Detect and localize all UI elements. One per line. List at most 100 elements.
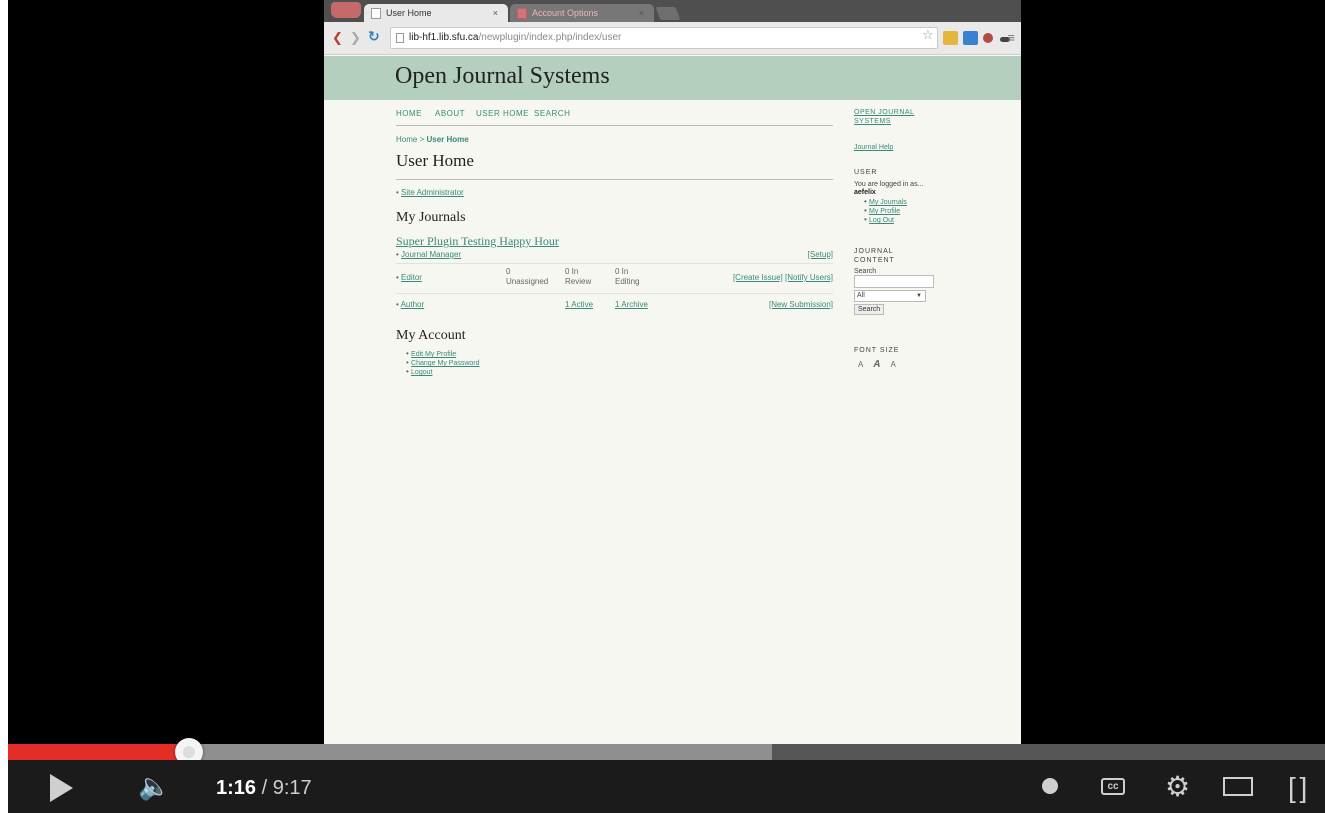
tab-account-options[interactable]: Account Options ×: [510, 4, 654, 22]
time-display: 1:16 / 9:17: [216, 777, 312, 799]
captions-icon[interactable]: cc: [1101, 778, 1125, 795]
notify-users-link[interactable]: [Notify Users]: [785, 273, 833, 282]
new-submission-link[interactable]: [New Submission]: [769, 300, 833, 309]
page-title: User Home: [396, 151, 833, 180]
my-journals-link[interactable]: My Journals: [869, 199, 907, 206]
logout-link[interactable]: Logout: [411, 369, 432, 376]
account-links: • Edit My Profile • Change My Password •…: [406, 350, 833, 377]
my-account-heading: My Account: [396, 328, 466, 343]
journal-help-link[interactable]: Journal Help: [854, 144, 954, 151]
list-item: • Change My Password: [406, 359, 833, 368]
my-journals-heading: My Journals: [396, 210, 466, 225]
close-icon[interactable]: ×: [639, 4, 644, 22]
journal-manager-link[interactable]: Journal Manager: [401, 250, 461, 259]
url-host: lib-hf1.lib.sfu.ca: [409, 32, 479, 43]
extension-icon[interactable]: [963, 31, 978, 45]
browser-tab-strip: User Home × Account Options ×: [324, 0, 1021, 22]
site-admin-link[interactable]: Site Administrator: [401, 188, 464, 197]
volume-icon[interactable]: 🔈: [138, 771, 170, 802]
search-scope-value: All: [857, 292, 865, 299]
menu-icon[interactable]: ≡: [1007, 30, 1015, 45]
extension-icon[interactable]: [943, 31, 958, 45]
font-larger-button[interactable]: A: [890, 360, 895, 369]
active-submissions-link[interactable]: 1 Active: [565, 300, 593, 309]
duration: 9:17: [272, 777, 312, 799]
font-default-button[interactable]: A: [873, 359, 880, 370]
change-password-link[interactable]: Change My Password: [411, 360, 479, 367]
nav-user-home[interactable]: USER HOME: [476, 109, 529, 118]
font-size-heading: FONT SIZE: [854, 347, 900, 354]
journal-title-link[interactable]: Super Plugin Testing Happy Hour: [396, 234, 833, 249]
current-time: 1:16: [216, 777, 257, 799]
gear-icon[interactable]: ⚙: [1165, 770, 1190, 803]
fullscreen-icon[interactable]: [ ]: [1288, 772, 1307, 804]
watch-later-icon[interactable]: [1042, 778, 1058, 794]
list-item: • Log Out: [864, 216, 954, 225]
author-link[interactable]: Author: [401, 300, 425, 309]
back-arrow-icon[interactable]: ❮: [332, 30, 343, 46]
in-editing-count: 0 In: [615, 267, 629, 276]
log-out-link[interactable]: Log Out: [869, 217, 894, 224]
editor-link[interactable]: Editor: [401, 273, 422, 282]
play-icon[interactable]: [50, 774, 73, 802]
role-row-author: • Author 1 Active 1 Archive [New Submiss…: [396, 294, 833, 314]
ojs-link[interactable]: OPEN JOURNAL SYSTEMS: [854, 108, 929, 126]
browser-toolbar: ❮ ❯ ↻ lib-hf1.lib.sfu.ca/newplugin/index…: [324, 22, 1021, 55]
archive-link[interactable]: 1 Archive: [615, 300, 648, 309]
breadcrumb-current[interactable]: User Home: [426, 135, 468, 144]
my-profile-link[interactable]: My Profile: [869, 208, 900, 215]
site-title: Open Journal Systems: [395, 63, 610, 89]
sidebar: OPEN JOURNAL SYSTEMS Journal Help USER Y…: [854, 108, 954, 370]
list-item: • Logout: [406, 368, 833, 377]
in-editing-label: Editing: [615, 277, 640, 286]
theater-mode-icon[interactable]: [1223, 777, 1253, 796]
main-content: HOME ABOUT USER HOME SEARCH Home > User …: [396, 100, 833, 377]
site-header: Open Journal Systems: [324, 56, 1021, 100]
role-row-editor: • Editor 0 Unassigned 0 In Review 0 In E…: [396, 264, 833, 294]
nav-about[interactable]: ABOUT: [435, 109, 465, 118]
address-bar[interactable]: lib-hf1.lib.sfu.ca/newplugin/index.php/i…: [390, 27, 938, 49]
page-icon: [517, 8, 527, 19]
search-scope-select[interactable]: All ▼: [854, 290, 926, 302]
user-links: • My Journals • My Profile • Log Out: [864, 198, 954, 225]
list-item: • Edit My Profile: [406, 350, 833, 359]
in-review-label: Review: [565, 277, 592, 286]
tab-user-home[interactable]: User Home ×: [364, 4, 508, 22]
logged-in-text: You are logged in as...: [854, 181, 924, 188]
unassigned-label: Unassigned: [506, 277, 549, 286]
close-icon[interactable]: ×: [493, 4, 498, 22]
page-icon: [396, 33, 404, 43]
extension-icon[interactable]: [983, 33, 993, 43]
search-button[interactable]: Search: [854, 304, 885, 315]
user-heading: USER: [854, 169, 878, 176]
role-row-journal-manager: • Journal Manager [Setup]: [396, 249, 833, 264]
nav-search[interactable]: SEARCH: [534, 109, 570, 118]
site-admin-item: • Site Administrator: [396, 188, 833, 197]
font-smaller-button[interactable]: A: [858, 360, 863, 369]
in-review-count: 0 In: [565, 267, 579, 276]
video-frame: User Home × Account Options × ❮ ❯ ↻ lib-…: [324, 0, 1021, 745]
page-icon: [371, 8, 381, 19]
site-navbar: HOME ABOUT USER HOME SEARCH: [396, 100, 833, 126]
video-player[interactable]: User Home × Account Options × ❮ ❯ ↻ lib-…: [8, 0, 1325, 813]
journal-content-heading: JOURNAL CONTENT: [854, 248, 895, 264]
tab-label: Account Options: [532, 8, 599, 18]
reload-icon[interactable]: ↻: [368, 28, 380, 45]
search-label: Search: [854, 268, 877, 275]
chevron-down-icon: ▼: [916, 293, 922, 299]
forward-arrow-icon[interactable]: ❯: [350, 30, 361, 46]
setup-link[interactable]: [Setup]: [808, 250, 833, 259]
breadcrumb-home[interactable]: Home: [396, 135, 417, 144]
tab-label: User Home: [386, 8, 432, 18]
nav-home[interactable]: HOME: [396, 109, 422, 118]
edit-profile-link[interactable]: Edit My Profile: [411, 351, 456, 358]
url-path: /newplugin/index.php/index/user: [478, 32, 622, 43]
bookmark-star-icon[interactable]: ☆: [922, 27, 934, 43]
new-tab-button[interactable]: [655, 7, 681, 20]
search-input[interactable]: [854, 275, 934, 288]
browser-logo-icon: [331, 2, 361, 18]
username: aefelix: [854, 189, 876, 196]
progress-played: [8, 744, 190, 760]
unassigned-count: 0: [506, 267, 511, 276]
create-issue-link[interactable]: [Create Issue]: [733, 273, 783, 282]
